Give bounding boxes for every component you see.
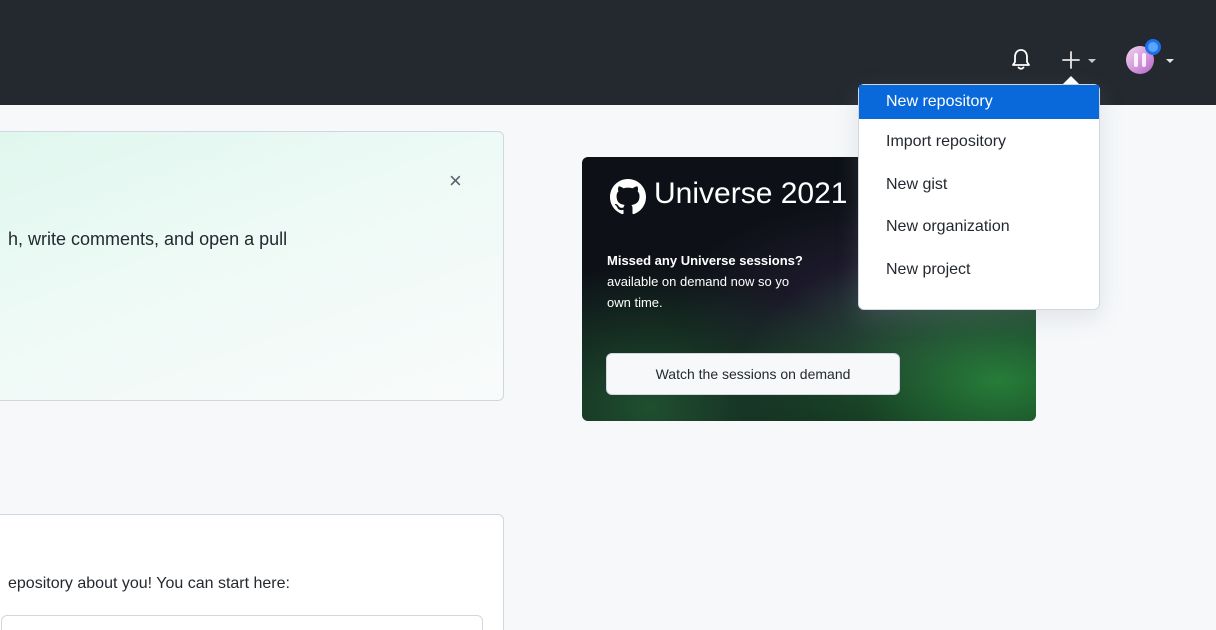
menu-item-new-project[interactable]: New project <box>859 253 1099 287</box>
github-logo-icon <box>610 179 646 215</box>
menu-item-new-repository[interactable]: New repository <box>859 85 1099 119</box>
promo-title: Universe 2021 <box>654 177 848 210</box>
watch-sessions-button[interactable]: Watch the sessions on demand <box>606 353 900 395</box>
profile-readme-card: epository about you! You can start here: <box>0 514 504 630</box>
menu-item-new-gist[interactable]: New gist <box>859 168 1099 202</box>
promo-line-2: available on demand now so yo <box>607 274 790 289</box>
promo-bold-line: Missed any Universe sessions? <box>607 253 803 268</box>
promo-line-3: own time. <box>607 295 663 310</box>
menu-item-new-organization[interactable]: New organization <box>859 210 1099 244</box>
github-mark-icon <box>610 179 646 215</box>
dropdown-caret <box>1063 76 1079 84</box>
welcome-card-text: h, write comments, and open a pull <box>8 229 288 249</box>
bell-icon-svg <box>1012 49 1030 70</box>
menu-item-import-repository[interactable]: Import repository <box>859 125 1099 159</box>
welcome-card: × h, write comments, and open a pull <box>0 131 504 401</box>
user-menu-button[interactable] <box>1124 38 1178 78</box>
plus-icon <box>1062 51 1096 69</box>
close-icon[interactable]: × <box>449 170 467 192</box>
profile-readme-text: epository about you! You can start here: <box>8 575 290 592</box>
create-new-button[interactable] <box>1058 46 1104 72</box>
profile-readme-editor[interactable] <box>1 615 483 630</box>
create-new-dropdown: New repository Import repository New gis… <box>858 76 1100 310</box>
avatar-icon <box>1126 39 1174 74</box>
bell-icon[interactable] <box>1010 46 1032 72</box>
